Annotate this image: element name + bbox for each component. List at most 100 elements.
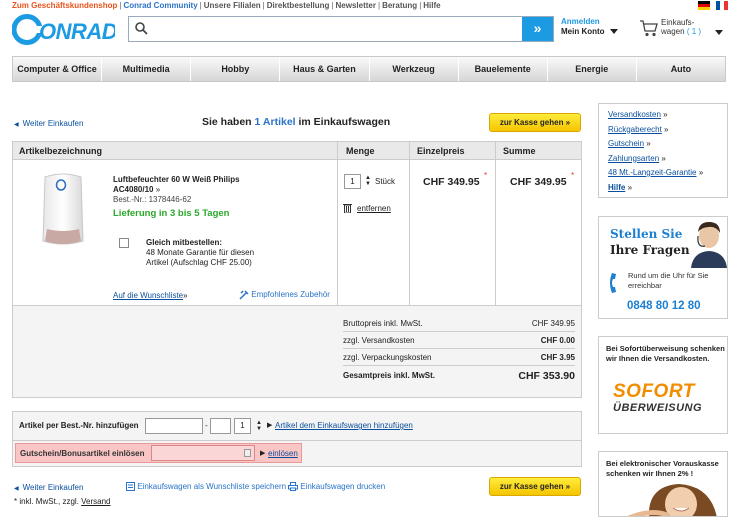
unit-price: CHF 349.95: [423, 176, 480, 188]
cart-count: ( 1 ): [686, 27, 702, 36]
sidebar-link-warranty[interactable]: 48 Mt.-Langzeit-Garantie: [608, 168, 697, 177]
accessory-label[interactable]: Empfohlenes Zubehör: [251, 290, 330, 299]
flag-de-icon[interactable]: [698, 1, 710, 10]
remove-item-link[interactable]: entfernen: [357, 204, 391, 213]
cart-title-pre: Sie haben: [202, 116, 252, 128]
trash-icon[interactable]: [343, 203, 352, 213]
flag-fr-icon[interactable]: [716, 1, 728, 10]
contact-phone[interactable]: 0848 80 12 80: [627, 300, 701, 312]
sidebar-link-voucher[interactable]: Gutschein: [608, 139, 644, 148]
sidebar-link-returns[interactable]: Rückgaberecht: [608, 125, 662, 134]
add-to-wishlist-link[interactable]: Auf die Wunschliste: [113, 291, 183, 300]
redeem-coupon-link[interactable]: einlösen: [268, 449, 298, 458]
search-submit-button[interactable]: »: [522, 17, 553, 41]
save-wishlist-label[interactable]: Einkaufswagen als Wunschliste speichern: [137, 482, 286, 491]
sidebar-link-suffix: »: [664, 124, 669, 134]
nav-werkzeug[interactable]: Werkzeug: [370, 57, 459, 81]
link-help[interactable]: Hilfe: [423, 1, 440, 10]
link-direct-order[interactable]: Direktbestellung: [267, 1, 330, 10]
conrad-logo[interactable]: ONRAD: [11, 14, 118, 45]
nav-computer-office[interactable]: Computer & Office: [13, 57, 103, 81]
add-quantity-input[interactable]: 1: [234, 418, 251, 434]
nav-bauelemente[interactable]: Bauelemente: [459, 57, 548, 81]
coupon-form: Gutschein/Bonusartikel einlösen ▶ einlös…: [12, 441, 582, 467]
add-to-cart-link[interactable]: Artikel dem Einkaufswagen hinzufügen: [275, 421, 413, 430]
save-wishlist-link[interactable]: Einkaufswagen als Wunschliste speichern: [126, 482, 286, 492]
sidebar-link-row: 48 Mt.-Langzeit-Garantie »: [599, 166, 727, 181]
continue-shopping-link-bottom[interactable]: ◀ Weiter Einkaufen: [14, 483, 83, 492]
checkout-button-top[interactable]: zur Kasse gehen »: [489, 113, 581, 132]
grand-total-label: Gesamtpreis inkl. MwSt.: [343, 371, 436, 380]
contact-title1: Stellen Sie: [610, 227, 683, 241]
search-icon: [135, 22, 148, 35]
sidebar-link-suffix: »: [646, 139, 651, 148]
sidebar-link-row: Hilfe »: [599, 181, 727, 196]
add-quantity-stepper[interactable]: ▲ ▼: [256, 420, 262, 432]
sofort-text2: wir Ihnen die Versandkosten.: [606, 354, 710, 363]
sidebar-link-row: Versandkosten »: [599, 108, 727, 123]
prepayment-banner[interactable]: Bei elektronischer Vorauskasse schenken w…: [598, 451, 728, 517]
sidebar-link-suffix: »: [663, 110, 668, 119]
continue-shopping-label-bottom[interactable]: Weiter Einkaufen: [23, 483, 84, 492]
totals-packaging-value: CHF 3.95: [540, 353, 575, 362]
nav-energie[interactable]: Energie: [548, 57, 637, 81]
sidebar-link-payment[interactable]: Zahlungsarten: [608, 154, 659, 163]
totals-gross-label: Bruttopreis inkl. MwSt.: [343, 319, 423, 328]
product-name-line2[interactable]: AC4080/10: [113, 185, 153, 194]
product-image[interactable]: [37, 171, 89, 249]
nav-multimedia[interactable]: Multimedia: [102, 57, 192, 81]
print-cart-link[interactable]: Einkaufswagen drucken: [288, 482, 385, 492]
delivery-status: Lieferung in 3 bis 5 Tagen: [113, 208, 230, 219]
accessory-link[interactable]: Empfohlenes Zubehör: [239, 290, 330, 300]
sofort-banner[interactable]: Bei Sofortüberweisung schenken wir Ihnen …: [598, 336, 728, 434]
link-newsletter[interactable]: Newsletter: [336, 1, 376, 10]
totals-shipping: zzgl. Versandkosten CHF 0.00: [343, 335, 575, 349]
shopping-cart-icon: [640, 20, 658, 37]
coupon-highlight: Gutschein/Bonusartikel einlösen ▶ einlös…: [15, 443, 302, 463]
nav-hobby[interactable]: Hobby: [191, 57, 281, 81]
login-link[interactable]: Anmelden: [561, 17, 618, 27]
continue-shopping-link-top[interactable]: ◀ Weiter Einkaufen: [14, 119, 83, 128]
print-cart-label[interactable]: Einkaufswagen drucken: [300, 482, 385, 491]
language-flags: [692, 1, 728, 10]
warranty-checkbox[interactable]: [119, 238, 129, 248]
link-community[interactable]: Conrad Community: [123, 1, 197, 10]
search-input[interactable]: [155, 19, 521, 39]
contact-text2: erreichbar: [628, 281, 662, 290]
contact-banner[interactable]: Stellen Sie Ihre Fragen Rund um die Uhr f…: [598, 216, 728, 319]
svg-text:ONRAD: ONRAD: [39, 19, 115, 44]
checkout-button-bottom[interactable]: zur Kasse gehen »: [489, 477, 581, 496]
sidebar-link-suffix: »: [661, 153, 666, 163]
order-number-input-1[interactable]: [145, 418, 203, 434]
account-menu[interactable]: Anmelden Mein Konto: [561, 17, 618, 37]
totals-grand: Gesamtpreis inkl. MwSt. CHF 353.90: [343, 370, 575, 386]
continue-shopping-label[interactable]: Weiter Einkaufen: [23, 119, 84, 128]
shipping-link[interactable]: Versand: [81, 497, 110, 506]
nav-haus-garten[interactable]: Haus & Garten: [280, 57, 370, 81]
product-name-line1[interactable]: Luftbefeuchter 60 W Weiß Philips: [113, 175, 240, 184]
coupon-input[interactable]: [151, 445, 255, 461]
cart-title-post: im Einkaufswagen: [298, 116, 391, 128]
header-cart[interactable]: Einkaufs-wagen ( 1 ): [637, 17, 729, 41]
quantity-input[interactable]: 1: [344, 174, 361, 189]
support-agent-image: [691, 222, 727, 268]
tools-icon: [239, 290, 249, 300]
link-stores[interactable]: Unsere Filialen: [204, 1, 261, 10]
add-by-number-form: Artikel per Best.-Nr. hinzufügen - 1 ▲ ▼ …: [12, 411, 582, 441]
unit-price-asterisk: *: [484, 171, 488, 180]
my-account-label[interactable]: Mein Konto: [561, 27, 605, 36]
link-advice[interactable]: Beratung: [382, 1, 417, 10]
arrow-right-icon: ▶: [267, 422, 273, 429]
link-business-shop[interactable]: Zum Geschäftskundenshop: [12, 1, 117, 10]
quantity-stepper[interactable]: ▲ ▼: [365, 175, 371, 187]
totals-gross: Bruttopreis inkl. MwSt. CHF 349.95: [343, 318, 575, 332]
product-name-link[interactable]: Luftbefeuchter 60 W Weiß Philips AC4080/1…: [113, 175, 240, 195]
sidebar-link-help[interactable]: Hilfe: [608, 183, 625, 192]
sidebar-link-shipping-costs[interactable]: Versandkosten: [608, 110, 661, 119]
order-number-input-2[interactable]: [210, 418, 231, 434]
nav-auto[interactable]: Auto: [637, 57, 725, 81]
totals-gross-value: CHF 349.95: [531, 319, 575, 328]
search-bar: »: [128, 16, 554, 42]
cart-label: Einkaufs-: [661, 18, 695, 27]
col-quantity: Menge: [346, 146, 375, 156]
